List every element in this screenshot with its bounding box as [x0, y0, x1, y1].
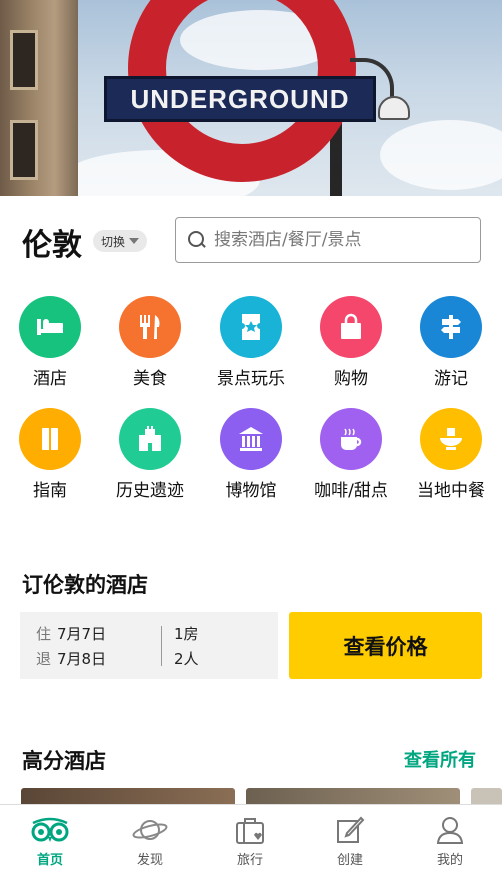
see-all-link[interactable]: 查看所有: [404, 746, 476, 772]
tab-label: 创建: [336, 853, 363, 868]
suitcase-icon: [210, 813, 290, 847]
tab-label: 旅行: [236, 853, 263, 868]
tab-discover[interactable]: 发现: [110, 813, 190, 868]
switch-city-button[interactable]: 切换: [93, 230, 148, 252]
checkin-key: 住: [36, 625, 52, 643]
category-label: 咖啡/甜点: [314, 481, 388, 501]
bowl-icon: [420, 408, 482, 470]
tab-home[interactable]: 首页: [10, 813, 90, 868]
category-label: 游记: [434, 369, 468, 389]
lamp-arm: [350, 58, 394, 98]
rooms-count[interactable]: 1房: [174, 623, 199, 644]
category-guide[interactable]: 指南: [0, 408, 100, 501]
owl-icon: [10, 813, 90, 847]
tab-label: 发现: [136, 853, 163, 868]
switch-label: 切换: [101, 234, 126, 249]
tab-profile[interactable]: 我的: [410, 813, 490, 868]
tab-trips[interactable]: 旅行: [210, 813, 290, 868]
search-box[interactable]: [175, 217, 481, 263]
category-shopping[interactable]: 购物: [301, 296, 401, 389]
category-label: 购物: [334, 369, 368, 389]
street-lamp: [378, 96, 410, 120]
category-attractions[interactable]: 景点玩乐: [201, 296, 301, 389]
building: [0, 0, 78, 196]
category-museum[interactable]: 博物馆: [201, 408, 301, 501]
checkout-date: 7月8日: [57, 650, 107, 668]
shopping-bag-icon: [320, 296, 382, 358]
date-selector[interactable]: 住 7月7日 退 7月8日 1房 2人: [20, 612, 278, 679]
coffee-icon: [320, 408, 382, 470]
category-label: 酒店: [33, 369, 67, 389]
divider: [161, 626, 162, 666]
category-label: 历史遗迹: [116, 481, 184, 501]
category-label: 景点玩乐: [217, 369, 285, 389]
utensils-icon: [119, 296, 181, 358]
category-label: 美食: [133, 369, 167, 389]
checkin-row[interactable]: 住 7月7日: [36, 623, 106, 644]
category-label: 当地中餐: [417, 481, 485, 501]
tab-label: 我的: [436, 853, 463, 868]
city-name: 伦敦: [22, 228, 82, 263]
user-icon: [410, 813, 490, 847]
check-price-button[interactable]: 查看价格: [289, 612, 482, 679]
category-local-chinese[interactable]: 当地中餐: [401, 408, 501, 501]
signpost-icon: [420, 296, 482, 358]
booking-title: 订伦敦的酒店: [22, 573, 148, 597]
search-input[interactable]: [214, 230, 464, 250]
search-icon: [188, 231, 206, 249]
checkout-key: 退: [36, 650, 52, 668]
category-historic-sites[interactable]: 历史遗迹: [100, 408, 200, 501]
checkout-row[interactable]: 退 7月8日: [36, 648, 106, 669]
planet-icon: [110, 813, 190, 847]
edit-icon: [310, 813, 390, 847]
castle-icon: [119, 408, 181, 470]
category-food[interactable]: 美食: [100, 296, 200, 389]
tab-create[interactable]: 创建: [310, 813, 390, 868]
category-travelogue[interactable]: 游记: [401, 296, 501, 389]
underground-sign: UNDERGROUND: [104, 76, 376, 122]
caret-down-icon: [129, 238, 140, 244]
top-hotels-title: 高分酒店: [22, 749, 106, 773]
checkin-date: 7月7日: [57, 625, 107, 643]
guests-count[interactable]: 2人: [174, 648, 199, 669]
ticket-icon: [220, 296, 282, 358]
bottom-tab-bar: 首页 发现 旅行 创建 我的: [0, 804, 502, 870]
museum-icon: [220, 408, 282, 470]
category-label: 指南: [33, 481, 67, 501]
sign-text: UNDERGROUND: [130, 83, 350, 114]
category-label: 博物馆: [225, 481, 277, 501]
category-cafe[interactable]: 咖啡/甜点: [301, 408, 401, 501]
category-hotel[interactable]: 酒店: [0, 296, 100, 389]
book-icon: [19, 408, 81, 470]
hero-image: UNDERGROUND: [0, 0, 502, 196]
bed-icon: [19, 296, 81, 358]
tab-label: 首页: [36, 853, 63, 868]
